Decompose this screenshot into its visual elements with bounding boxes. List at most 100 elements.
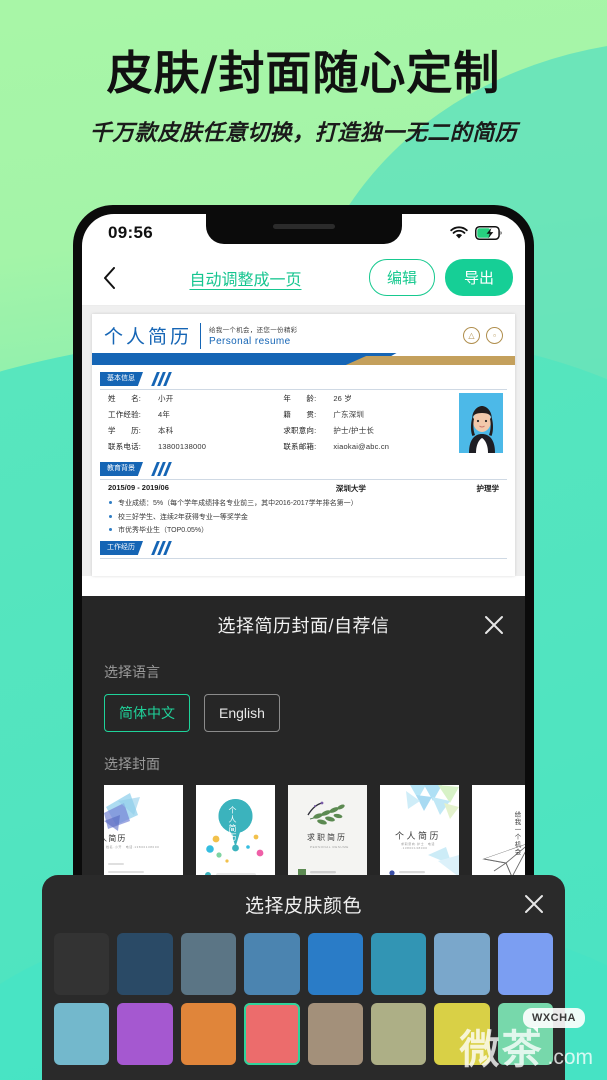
close-icon[interactable]	[483, 614, 505, 636]
close-icon[interactable]	[523, 893, 545, 915]
cover-thumb-title: 人简历	[104, 834, 127, 843]
education-school: 深圳大学	[335, 484, 366, 493]
basic-info-grid: 姓 名: 小开 工作经验: 4年 学 历: 本科 联系电话: 13800138000 年…	[108, 393, 504, 457]
info-label: 学 历:	[108, 426, 142, 435]
language-option-english[interactable]: English	[204, 694, 280, 732]
info-value: 13800138000	[158, 442, 207, 451]
briefcase-icon: ▫	[486, 327, 503, 344]
swatch-khaki[interactable]	[370, 1003, 427, 1065]
info-label: 姓 名:	[108, 394, 142, 403]
page-subtitle: 千万款皮肤任意切换，打造独一无二的简历	[89, 119, 518, 145]
section-slash-decor	[151, 372, 176, 386]
info-row: 工作经验: 4年	[108, 409, 283, 420]
cover-thumb-title: 个人简历	[228, 806, 237, 842]
cover-sheet-header: 选择简历封面/自荐信	[82, 596, 525, 654]
swatch-steel-blue[interactable]	[244, 933, 300, 995]
info-row: 学 历: 本科	[108, 425, 283, 436]
education-major: 护理学	[476, 484, 500, 493]
cover-thumb-sub: 求职意向·护士 电话·13800138000	[401, 842, 435, 850]
resume-title: 个人简历	[104, 327, 193, 348]
app-navbar: 自动调整成一页 编辑 导出	[82, 250, 525, 306]
portrait-photo-icon	[458, 393, 504, 453]
back-button[interactable]	[96, 266, 122, 289]
info-label: 求职意向:	[283, 426, 317, 435]
cover-thumb-title: 求职简历	[307, 833, 347, 842]
info-label: 工作经验:	[108, 410, 142, 419]
swatch-purple[interactable]	[117, 1003, 173, 1065]
info-row: 求职意向: 护士/护士长	[283, 425, 458, 436]
resume-preview-area[interactable]: 个人简历 给我一个机会，还您一份精彩 Personal resume △ ▫ 基…	[82, 306, 525, 576]
cover-thumb-sub: PERSONAL RESUME	[310, 845, 349, 849]
swatch-yellow[interactable]	[434, 1003, 490, 1065]
edit-button[interactable]: 编辑	[368, 259, 435, 296]
graduation-cap-icon: △	[463, 327, 480, 344]
info-label: 年 龄:	[283, 394, 317, 403]
cover-sheet-title: 选择简历封面/自荐信	[217, 616, 390, 636]
swatch-tan[interactable]	[307, 1003, 363, 1065]
phone-notch	[205, 214, 402, 244]
info-row: 联系邮箱: xiaokai@abc.cn	[283, 441, 458, 452]
skin-color-sheet: 选择皮肤颜色	[42, 875, 565, 1080]
swatch-coral[interactable]	[244, 1003, 300, 1065]
info-value: 广东深圳	[333, 410, 365, 419]
section-tag-label: 教育背景	[100, 462, 143, 476]
section-rule	[100, 558, 507, 559]
page-title: 皮肤/封面随心定制	[106, 46, 501, 100]
resume-accent-bar	[92, 353, 515, 365]
section-body-basic-info: 姓 名: 小开 工作经验: 4年 学 历: 本科 联系电话: 13800138000 年…	[92, 386, 515, 457]
section-rule	[100, 479, 507, 480]
swatch-navy[interactable]	[117, 933, 173, 995]
info-row: 年 龄: 26 岁	[283, 393, 458, 404]
language-option-simplified-chinese[interactable]: 简体中文	[104, 694, 190, 732]
section-tag-label: 工作经历	[100, 541, 143, 555]
chevron-left-icon	[103, 266, 115, 289]
skin-color-grid[interactable]	[42, 933, 565, 1065]
promo-header: 皮肤/封面随心定制 千万款皮肤任意切换，打造独一无二的简历	[0, 48, 607, 147]
swatch-slate[interactable]	[180, 933, 237, 995]
info-value: 26 岁	[333, 394, 353, 403]
resume-accent-bar-gold	[345, 356, 515, 365]
swatch-mint[interactable]	[497, 1003, 553, 1065]
info-label: 联系电话:	[108, 442, 142, 451]
education-bullet: 校三好学生、连续2年获得专业一等奖学金	[108, 512, 503, 522]
swatch-teal-blue[interactable]	[370, 933, 427, 995]
notch-speaker	[272, 224, 335, 229]
cover-thumb-sub: 姓名·小开 电话·13800138000	[106, 845, 160, 849]
status-time: 09:56	[108, 223, 153, 242]
info-row: 联系电话: 13800138000	[108, 441, 283, 452]
language-options: 简体中文 English	[82, 682, 525, 732]
skin-sheet-title: 选择皮肤颜色	[244, 895, 362, 917]
info-value: 本科	[158, 426, 174, 435]
status-indicators	[450, 226, 503, 240]
resume-slogan-en: Personal resume	[209, 336, 291, 347]
export-button[interactable]: 导出	[444, 259, 513, 296]
section-rule	[100, 389, 507, 390]
section-header-work: 工作经历	[100, 541, 515, 559]
info-value: 护士/护士长	[333, 426, 375, 435]
language-section-label: 选择语言	[104, 664, 160, 680]
section-body-education: 2015/09 - 2019/06 深圳大学 护理学 专业成绩：5%（每个学年成…	[92, 476, 515, 535]
education-headline: 2015/09 - 2019/06 深圳大学 护理学	[108, 483, 503, 494]
info-value: 小开	[158, 394, 174, 403]
resume-slogan: 给我一个机会，还您一份精彩 Personal resume	[209, 324, 297, 347]
info-value: 4年	[158, 410, 171, 419]
education-period: 2015/09 - 2019/06	[108, 483, 169, 492]
education-bullet: 专业成绩：5%（每个学年成绩排名专业前三，其中2016-2017学年排名第一）	[108, 498, 503, 508]
swatch-orange[interactable]	[180, 1003, 237, 1065]
swatch-periwinkle[interactable]	[497, 933, 553, 995]
resume-title-divider	[200, 322, 202, 349]
resume-document: 个人简历 给我一个机会，还您一份精彩 Personal resume △ ▫ 基…	[92, 314, 515, 576]
section-tag-label: 基本信息	[100, 372, 143, 386]
resume-slogan-cn: 给我一个机会，还您一份精彩	[209, 327, 298, 334]
battery-charging-icon	[475, 226, 502, 240]
swatch-charcoal[interactable]	[54, 933, 110, 995]
basic-info-left-column: 姓 名: 小开 工作经验: 4年 学 历: 本科 联系电话: 13800138000	[108, 393, 283, 457]
wifi-icon	[450, 226, 468, 239]
avatar	[458, 393, 504, 453]
swatch-blue[interactable]	[307, 933, 363, 995]
swatch-sky[interactable]	[54, 1003, 110, 1065]
basic-info-right-column: 年 龄: 26 岁 籍 贯: 广东深圳 求职意向: 护士/护士长 联系邮箱: xiaok…	[283, 393, 458, 457]
autofit-one-page-link[interactable]: 自动调整成一页	[132, 266, 359, 290]
swatch-light-steel[interactable]	[434, 933, 490, 995]
info-value: xiaokai@abc.cn	[333, 442, 390, 451]
